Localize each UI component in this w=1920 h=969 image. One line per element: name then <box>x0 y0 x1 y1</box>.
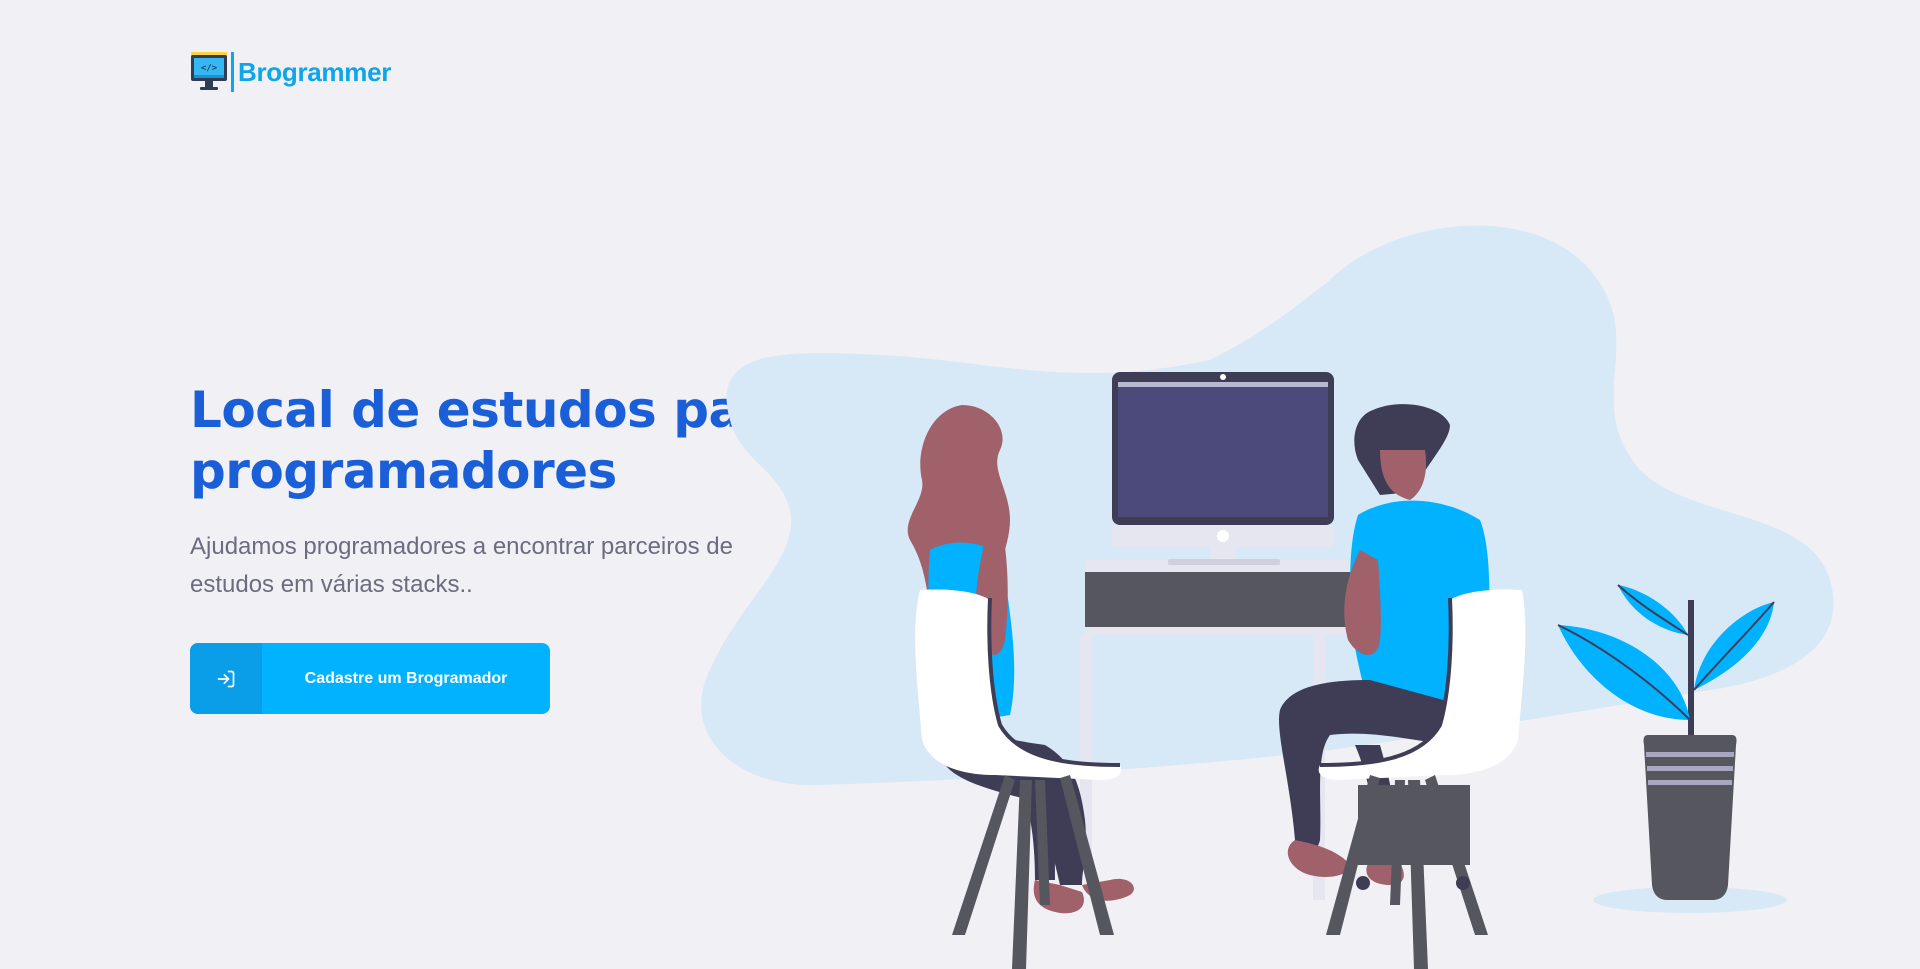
cta-icon-box <box>190 643 262 714</box>
sign-in-icon <box>217 670 235 687</box>
brand-name: Brogrammer <box>238 56 392 87</box>
svg-text:</>: </> <box>201 64 218 74</box>
two-programmers-at-desk-illustration <box>701 225 1834 969</box>
monitor-code-icon: </> <box>191 52 234 92</box>
monitor <box>1112 372 1334 565</box>
register-brogrammer-button[interactable]: Cadastre um Brogramador <box>190 643 550 714</box>
brand-logo[interactable]: </> Brogrammer <box>190 50 391 94</box>
landing-page: </> Brogrammer Local de estudos para pro… <box>0 0 1920 969</box>
cta-label: Cadastre um Brogramador <box>304 669 508 687</box>
hero-description: Ajudamos programadores a encontrar parce… <box>190 533 733 598</box>
